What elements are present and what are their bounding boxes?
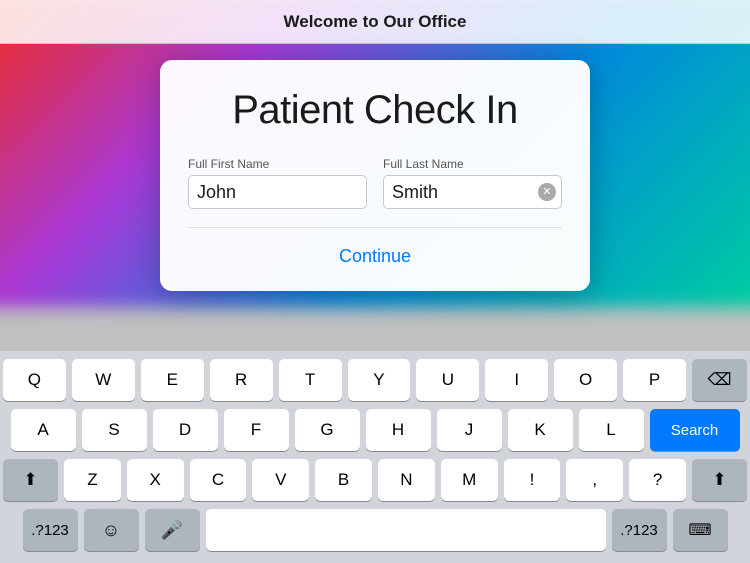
key-l[interactable]: L — [579, 409, 644, 451]
divider — [188, 227, 562, 228]
key-u[interactable]: U — [416, 359, 479, 401]
last-name-input-wrapper: ✕ — [383, 175, 562, 209]
keyboard-row-4: .?123 ☺ 🎤 .?123 ⌨ — [3, 509, 747, 551]
keyboard-row-2: A S D F G H J K L Search — [3, 409, 747, 451]
card-title: Patient Check In — [188, 88, 562, 133]
first-name-input[interactable] — [188, 175, 367, 209]
key-h[interactable]: H — [366, 409, 431, 451]
key-q[interactable]: Q — [3, 359, 66, 401]
form-row: Full First Name Full Last Name ✕ — [188, 157, 562, 209]
key-a[interactable]: A — [11, 409, 76, 451]
key-question[interactable]: ? — [629, 459, 686, 501]
continue-button[interactable]: Continue — [188, 242, 562, 271]
first-name-group: Full First Name — [188, 157, 367, 209]
backspace-icon: ⌫ — [708, 370, 732, 390]
key-f[interactable]: F — [224, 409, 289, 451]
key-comma[interactable]: , — [566, 459, 623, 501]
shift-right-key[interactable]: ⬆ — [692, 459, 747, 501]
number-key-right[interactable]: .?123 — [612, 509, 667, 551]
top-bar-title: Welcome to Our Office — [284, 12, 467, 32]
mic-icon: 🎤 — [161, 520, 183, 541]
key-y[interactable]: Y — [348, 359, 411, 401]
checkin-card: Patient Check In Full First Name Full La… — [160, 60, 590, 291]
key-o[interactable]: O — [554, 359, 617, 401]
last-name-label: Full Last Name — [383, 157, 562, 171]
key-n[interactable]: N — [378, 459, 435, 501]
first-name-input-wrapper — [188, 175, 367, 209]
keyboard-row-3: ⬆ Z X C V B N M ! , ? ⬆ — [3, 459, 747, 501]
number-key-left[interactable]: .?123 — [23, 509, 78, 551]
shift-left-icon: ⬆ — [23, 470, 37, 490]
keyboard-icon: ⌨ — [688, 520, 711, 540]
top-bar: Welcome to Our Office — [0, 0, 750, 44]
first-name-label: Full First Name — [188, 157, 367, 171]
last-name-group: Full Last Name ✕ — [383, 157, 562, 209]
key-g[interactable]: G — [295, 409, 360, 451]
keyboard-dismiss-key[interactable]: ⌨ — [673, 509, 728, 551]
key-j[interactable]: J — [437, 409, 502, 451]
key-v[interactable]: V — [252, 459, 309, 501]
mic-key[interactable]: 🎤 — [145, 509, 200, 551]
key-x[interactable]: X — [127, 459, 184, 501]
key-b[interactable]: B — [315, 459, 372, 501]
keyboard-row-1: Q W E R T Y U I O P ⌫ — [3, 359, 747, 401]
emoji-icon: ☺ — [102, 520, 120, 541]
shift-left-key[interactable]: ⬆ — [3, 459, 58, 501]
keyboard: Q W E R T Y U I O P ⌫ A S D F G H J K L … — [0, 351, 750, 563]
key-e[interactable]: E — [141, 359, 204, 401]
key-p[interactable]: P — [623, 359, 686, 401]
key-i[interactable]: I — [485, 359, 548, 401]
key-exclaim[interactable]: ! — [504, 459, 561, 501]
key-t[interactable]: T — [279, 359, 342, 401]
key-r[interactable]: R — [210, 359, 273, 401]
key-c[interactable]: C — [190, 459, 247, 501]
key-d[interactable]: D — [153, 409, 218, 451]
backspace-key[interactable]: ⌫ — [692, 359, 747, 401]
key-z[interactable]: Z — [64, 459, 121, 501]
key-w[interactable]: W — [72, 359, 135, 401]
last-name-input[interactable] — [383, 175, 562, 209]
spacebar-key[interactable] — [206, 509, 606, 551]
shift-right-icon: ⬆ — [712, 470, 726, 490]
search-key[interactable]: Search — [650, 409, 740, 451]
key-m[interactable]: M — [441, 459, 498, 501]
key-k[interactable]: K — [508, 409, 573, 451]
key-s[interactable]: S — [82, 409, 147, 451]
emoji-key[interactable]: ☺ — [84, 509, 139, 551]
clear-last-name-button[interactable]: ✕ — [538, 183, 556, 201]
